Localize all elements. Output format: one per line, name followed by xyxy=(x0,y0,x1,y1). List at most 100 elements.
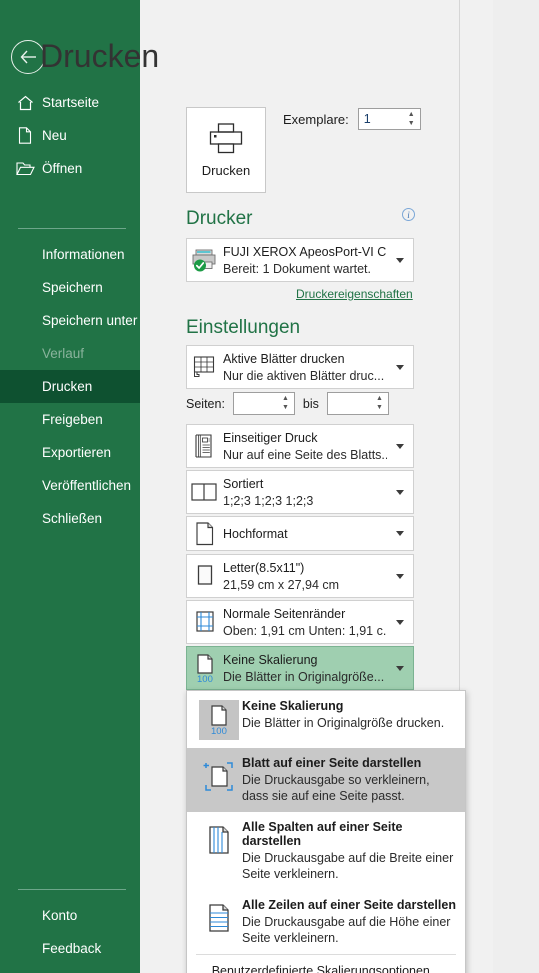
print-backstage-screen: Startseite Neu Öffnen Informationen Spei… xyxy=(0,0,539,973)
orientation-select[interactable]: Hochformat xyxy=(186,516,414,551)
duplex-select[interactable]: Einseitiger Druck Nur auf eine Seite des… xyxy=(186,424,414,468)
sidebar-item-label: Neu xyxy=(42,128,67,143)
chevron-down-icon[interactable] xyxy=(387,443,413,449)
back-arrow-icon xyxy=(20,50,37,64)
printer-section-heading: Drucker xyxy=(186,208,253,229)
print-range-select[interactable]: Aktive Blätter drucken Nur die aktiven B… xyxy=(186,345,414,389)
menu-item-alle-zeilen-auf-einer-seite[interactable]: Alle Zeilen auf einer Seite darstellen D… xyxy=(187,890,465,954)
chevron-down-icon[interactable] xyxy=(387,573,413,579)
margins-line2: Oben: 1,91 cm Unten: 1,91 c... xyxy=(223,623,387,638)
scaling-line2: Die Blätter in Originalgröße... xyxy=(223,669,385,684)
spinner-down-icon[interactable]: ▼ xyxy=(408,120,415,127)
sidebar-secondary-group: Informationen Speichern Speichern unter … xyxy=(0,219,140,535)
menu-item-blatt-auf-einer-seite[interactable]: Blatt auf einer Seite darstellen Die Dru… xyxy=(187,748,465,812)
menu-item-desc: Die Blätter in Originalgröße drucken. xyxy=(242,716,445,730)
margins-line1: Normale Seitenränder xyxy=(223,606,346,621)
portrait-icon xyxy=(187,521,223,547)
print-button-label: Drucken xyxy=(201,162,251,178)
chevron-down-icon[interactable] xyxy=(387,489,413,495)
sidebar-item-exportieren[interactable]: Exportieren xyxy=(0,436,140,469)
printer-status: Bereit: 1 Dokument wartet. xyxy=(223,261,371,276)
pages-label: Seiten: xyxy=(186,396,225,411)
sidebar-item-startseite[interactable]: Startseite xyxy=(0,86,140,119)
sidebar-item-label: Konto xyxy=(42,908,78,923)
pages-from-stepper[interactable]: ▲ ▼ xyxy=(232,392,295,415)
sidebar-item-informationen[interactable]: Informationen xyxy=(0,238,140,271)
no-scaling-icon: 100 xyxy=(199,700,239,740)
sidebar-item-feedback[interactable]: Feedback xyxy=(0,932,140,965)
pages-to-value[interactable] xyxy=(328,393,377,414)
printer-ready-icon xyxy=(187,248,223,272)
pages-to-stepper[interactable]: ▲ ▼ xyxy=(326,392,389,415)
paper-size-line1: Letter(8.5x11") xyxy=(223,560,305,575)
print-preview-pane xyxy=(493,0,539,973)
fit-columns-one-page-icon xyxy=(199,821,239,861)
menu-item-desc: Die Druckausgabe auf die Höhe einer Seit… xyxy=(242,915,451,945)
menu-item-keine-skalierung[interactable]: 100 Keine Skalierung Die Blätter in Orig… xyxy=(187,691,465,748)
new-document-icon xyxy=(14,125,36,147)
svg-text:100: 100 xyxy=(211,726,227,736)
menu-item-alle-spalten-auf-einer-seite[interactable]: Alle Spalten auf einer Seite darstellen … xyxy=(187,812,465,890)
one-sided-print-icon xyxy=(187,433,223,459)
menu-item-desc: Die Druckausgabe so verkleinern, dass si… xyxy=(242,773,430,803)
margins-select[interactable]: Normale Seitenränder Oben: 1,91 cm Unten… xyxy=(186,600,414,644)
home-icon xyxy=(14,92,36,114)
chevron-down-icon[interactable] xyxy=(387,531,413,536)
chevron-down-icon[interactable] xyxy=(387,665,413,671)
chevron-down-icon[interactable] xyxy=(387,619,413,625)
copies-spinner-arrows[interactable]: ▲ ▼ xyxy=(406,110,417,128)
orientation-line1: Hochformat xyxy=(223,526,288,541)
copies-row: Exemplare: 1 ▲ ▼ xyxy=(283,108,421,130)
open-folder-icon xyxy=(14,158,36,180)
print-button[interactable]: Drucken xyxy=(186,107,266,193)
margins-icon xyxy=(187,609,223,635)
scaling-line1: Keine Skalierung xyxy=(223,652,318,667)
sidebar-item-oeffnen[interactable]: Öffnen xyxy=(0,152,140,185)
sidebar-item-freigeben[interactable]: Freigeben xyxy=(0,403,140,436)
sidebar-item-neu[interactable]: Neu xyxy=(0,119,140,152)
sidebar-item-schliessen[interactable]: Schließen xyxy=(0,502,140,535)
backstage-sidebar: Startseite Neu Öffnen Informationen Spei… xyxy=(0,0,140,973)
scaling-select[interactable]: 100 Keine Skalierung Die Blätter in Orig… xyxy=(186,646,414,690)
collated-icon xyxy=(187,481,223,503)
printer-properties-link[interactable]: Druckereigenschaften xyxy=(296,287,413,301)
spinner-up-icon[interactable]: ▲ xyxy=(282,395,289,402)
menu-item-benutzerdefinierte-skalierungsoptionen[interactable]: Benutzerdefinierte Skalierungsoptionen..… xyxy=(187,955,465,973)
sidebar-item-konto[interactable]: Konto xyxy=(0,899,140,932)
pages-from-spinner-arrows[interactable]: ▲ ▼ xyxy=(280,394,291,412)
sidebar-primary-group: Startseite Neu Öffnen xyxy=(0,86,140,185)
collation-select[interactable]: Sortiert 1;2;3 1;2;3 1;2;3 xyxy=(186,470,414,514)
sidebar-item-label: Schließen xyxy=(42,511,103,526)
copies-stepper[interactable]: 1 ▲ ▼ xyxy=(357,108,421,130)
active-sheets-icon xyxy=(187,354,223,380)
spinner-down-icon[interactable]: ▼ xyxy=(376,404,383,411)
spinner-up-icon[interactable]: ▲ xyxy=(376,395,383,402)
printer-text: FUJI XEROX ApeosPort-VI C... Bereit: 1 D… xyxy=(223,245,387,276)
paper-size-select[interactable]: Letter(8.5x11") 21,59 cm x 27,94 cm xyxy=(186,554,414,598)
sidebar-item-label: Drucken xyxy=(42,379,93,394)
copies-value[interactable]: 1 xyxy=(359,109,408,129)
chevron-down-icon[interactable] xyxy=(387,364,413,370)
info-icon[interactable]: i xyxy=(402,208,415,221)
pages-to-spinner-arrows[interactable]: ▲ ▼ xyxy=(374,394,385,412)
menu-item-desc: Die Druckausgabe auf die Breite einer Se… xyxy=(242,851,454,881)
sidebar-item-drucken[interactable]: Drucken xyxy=(0,370,140,403)
sidebar-item-veroeffentlichen[interactable]: Veröffentlichen xyxy=(0,469,140,502)
menu-item-title: Keine Skalierung xyxy=(242,699,344,713)
chevron-down-icon[interactable] xyxy=(387,257,413,263)
pages-from-value[interactable] xyxy=(234,393,283,414)
settings-section-heading: Einstellungen xyxy=(186,317,301,338)
sidebar-item-verlauf: Verlauf xyxy=(0,337,140,370)
printer-icon xyxy=(208,122,244,154)
printer-name: FUJI XEROX ApeosPort-VI C... xyxy=(223,244,387,259)
paper-size-line2: 21,59 cm x 27,94 cm xyxy=(223,577,340,592)
scaling-dropdown-menu: 100 Keine Skalierung Die Blätter in Orig… xyxy=(186,690,466,973)
fit-rows-one-page-icon xyxy=(199,899,239,939)
spinner-up-icon[interactable]: ▲ xyxy=(408,111,415,118)
page-title: Drucken xyxy=(40,38,160,74)
sidebar-item-speichern-unter[interactable]: Speichern unter xyxy=(0,304,140,337)
sidebar-item-speichern[interactable]: Speichern xyxy=(0,271,140,304)
spinner-down-icon[interactable]: ▼ xyxy=(282,404,289,411)
printer-select[interactable]: FUJI XEROX ApeosPort-VI C... Bereit: 1 D… xyxy=(186,238,414,282)
menu-item-title: Alle Zeilen auf einer Seite darstellen xyxy=(242,898,456,912)
